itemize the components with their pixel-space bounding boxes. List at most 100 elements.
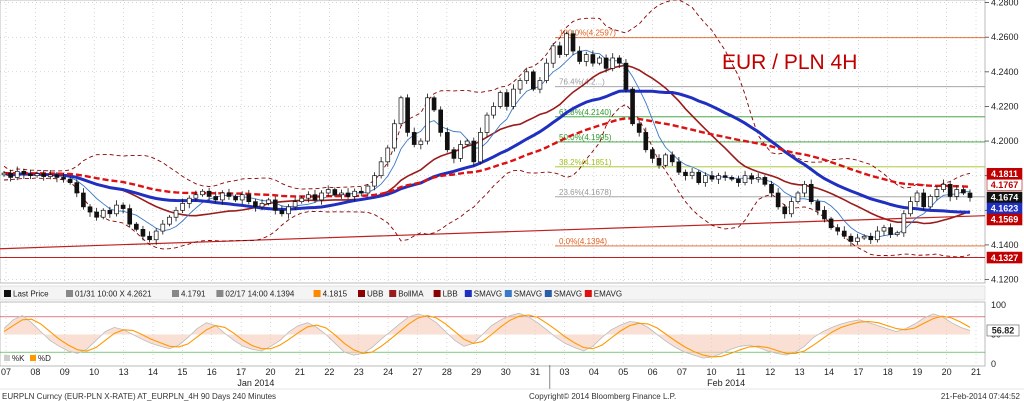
footer-left: EURPLN Curncy (EUR-PLN X-RATE) AT_EURPLN… [2, 392, 276, 401]
candle-body [339, 192, 344, 196]
candle-body [14, 171, 20, 178]
candle-body [888, 227, 893, 235]
x-tick-label: 09 [60, 367, 70, 377]
candle-body [61, 177, 66, 180]
candle-body [239, 194, 245, 201]
candle-body [266, 199, 271, 204]
x-tick-label: 04 [589, 367, 599, 377]
price-axis: 4.28004.26004.24004.22004.20004.18004.16… [985, 0, 1019, 285]
footer-center: Copyright© 2014 Bloomberg Finance L.P. [529, 392, 676, 401]
candle-body [67, 178, 73, 183]
legend-swatch [172, 290, 179, 297]
candle-body [431, 97, 437, 111]
legend-label: SMAVG [474, 290, 502, 299]
candle-body [954, 189, 960, 197]
legend-swatch [433, 290, 441, 297]
candle-body [511, 88, 516, 107]
candle-body [716, 175, 721, 180]
osc-value-label: 56.82 [992, 326, 1015, 336]
candle-body [345, 192, 351, 197]
candle-body [742, 175, 748, 183]
candle-body [676, 161, 682, 173]
legend-swatch [66, 290, 73, 297]
support-trendline [0, 215, 986, 250]
candle-body [583, 54, 589, 62]
osc-tick-label: 0 [991, 359, 996, 369]
x-tick-label: 06 [648, 367, 658, 377]
candle-body [392, 123, 397, 149]
x-tick-label: 20 [942, 367, 952, 377]
y-tick-label: 4.2200 [991, 101, 1019, 111]
candle-body [643, 132, 649, 151]
candle-body [81, 192, 86, 208]
candle-body [822, 209, 827, 220]
candle-body [167, 216, 172, 225]
price-label-text: 4.1623 [991, 204, 1019, 214]
candle-body [530, 71, 536, 90]
smavg-slow-line [3, 89, 971, 214]
candle-body [550, 45, 556, 64]
osc-legend-swatch [30, 355, 36, 361]
legend-label: 01/31 10:00 X 4.2621 [75, 290, 152, 299]
candle-body [286, 206, 291, 215]
x-tick-label: 19 [912, 367, 922, 377]
x-tick-label: 07 [1, 367, 11, 377]
legend-label: 4.1815 [323, 290, 348, 299]
candle-body [636, 123, 642, 133]
candle-body [537, 80, 543, 90]
candle-body [325, 189, 331, 194]
candle-body [497, 92, 503, 107]
x-tick-label: 15 [177, 367, 187, 377]
candle-body [610, 57, 616, 69]
candle-body [557, 45, 563, 55]
candle-body [650, 149, 655, 159]
candle-body [630, 88, 635, 125]
candle-body [841, 230, 847, 237]
fib-label: 0.0%(4.1394) [559, 237, 607, 246]
candle-body [147, 235, 152, 241]
x-tick-label: 05 [618, 367, 628, 377]
candle-body [835, 227, 840, 232]
candle-body [868, 235, 874, 241]
candle-body [808, 183, 814, 202]
candle-body [570, 33, 576, 52]
candle-body [8, 172, 13, 178]
candle-body [491, 106, 496, 116]
x-tick-label: 18 [883, 367, 893, 377]
candle-body [669, 154, 675, 163]
legend-label: BollMA [398, 290, 424, 299]
legend-swatch [313, 290, 321, 297]
x-tick-label: 14 [148, 367, 158, 377]
candle-body [623, 62, 629, 90]
moving-averages [3, 49, 971, 238]
fib-label: 50.0%(4.1995) [559, 133, 612, 142]
candle-body [259, 203, 265, 208]
candle-body [855, 237, 860, 242]
x-tick-label: 03 [559, 367, 569, 377]
candle-body [365, 185, 371, 194]
candle-body [789, 201, 794, 215]
y-tick-label: 4.2800 [991, 0, 1019, 8]
candle-body [524, 71, 530, 81]
candle-body [253, 201, 258, 208]
candle-body [34, 173, 40, 177]
x-tick-label: 17 [236, 367, 246, 377]
price-label-text: 4.1327 [991, 253, 1019, 263]
candle-body [914, 192, 920, 202]
candle-body [464, 140, 470, 145]
candle-body [967, 192, 973, 198]
price-label-text: 4.1569 [991, 215, 1019, 225]
x-tick-label: 21 [971, 367, 981, 377]
candle-body [802, 183, 807, 194]
candle-body [663, 154, 668, 166]
candle-body [120, 204, 126, 209]
candle-body [372, 175, 377, 187]
candle-body [200, 190, 205, 196]
legend-label: Last Price [13, 290, 49, 299]
bollma-line [3, 64, 971, 225]
x-tick-label: 11 [736, 367, 745, 377]
candle-body [213, 196, 219, 201]
oscillator-panel: %K %D [0, 312, 985, 363]
price-label-text: 4.1811 [991, 169, 1018, 179]
candle-body [54, 174, 60, 178]
